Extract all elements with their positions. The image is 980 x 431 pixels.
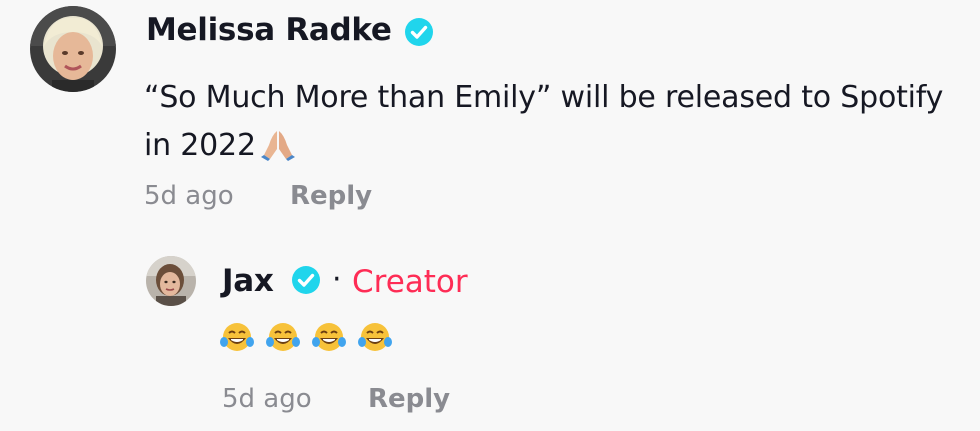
avatar[interactable] [146, 256, 196, 306]
verified-badge-icon [405, 18, 433, 46]
reply-timestamp: 5d ago [222, 384, 312, 414]
separator-dot: · [332, 262, 342, 297]
verified-badge-icon [292, 266, 320, 294]
reply-button[interactable]: Reply [290, 181, 372, 211]
reply-button[interactable]: Reply [368, 384, 450, 414]
reply-text [220, 320, 392, 354]
comment-thread: Melissa Radke “So Much More than Emily” … [0, 0, 980, 431]
tears-of-joy-icon [220, 323, 254, 351]
comment-author[interactable]: Melissa Radke [146, 12, 392, 48]
tears-of-joy-icon [312, 323, 346, 351]
creator-badge: Creator [352, 264, 468, 300]
avatar[interactable] [30, 6, 116, 92]
folded-hands-icon [260, 131, 295, 161]
comment-timestamp: 5d ago [144, 181, 234, 211]
reply-author[interactable]: Jax [222, 263, 274, 299]
tears-of-joy-icon [358, 323, 392, 351]
comment-text: “So Much More than Emily” will be releas… [144, 74, 964, 170]
tears-of-joy-icon [266, 323, 300, 351]
